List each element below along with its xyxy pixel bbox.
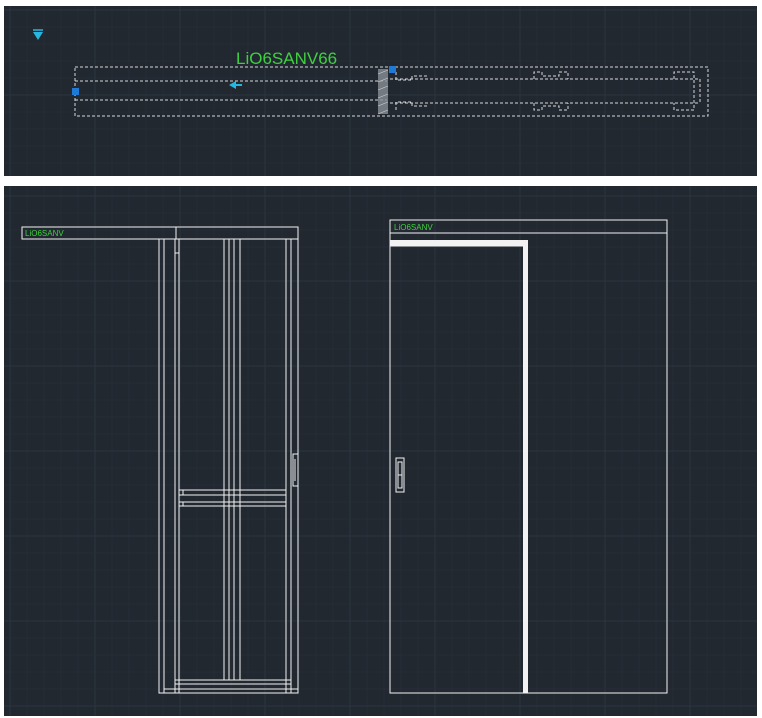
plan-door-label: LiO6SANV66 bbox=[236, 49, 337, 68]
opening-head-thick bbox=[390, 240, 528, 246]
wall-outline bbox=[389, 219, 668, 694]
hinge-detail bbox=[174, 238, 180, 254]
flip-arrow-grip-icon[interactable] bbox=[229, 81, 236, 89]
viewport-indicator-icon[interactable] bbox=[33, 32, 43, 40]
elevation-viewport[interactable]: LiO6SANV LiO6SANV bbox=[4, 186, 757, 716]
left-elevation-label: LiO6SANV bbox=[25, 229, 64, 238]
frame-profile-detail bbox=[533, 103, 569, 111]
middle-transom bbox=[178, 489, 287, 496]
endpoint-grip[interactable] bbox=[72, 88, 79, 95]
selection-bounding-box bbox=[74, 66, 709, 117]
drawing-grid bbox=[4, 186, 757, 716]
middle-transom bbox=[178, 501, 287, 507]
right-elevation-label: LiO6SANV bbox=[394, 223, 433, 232]
door-elevation-left[interactable] bbox=[21, 226, 299, 694]
corner-grip[interactable] bbox=[389, 66, 396, 73]
door-elevation-right[interactable] bbox=[389, 219, 668, 694]
plan-view-canvas[interactable]: LiO6SANV66 bbox=[4, 6, 757, 176]
wall-hatch bbox=[378, 69, 388, 114]
opening-frame-thick bbox=[390, 240, 528, 693]
plan-view-viewport[interactable]: LiO6SANV66 bbox=[4, 6, 757, 176]
selected-door-plan[interactable] bbox=[74, 66, 709, 117]
opening-jamb-thick bbox=[523, 240, 528, 693]
elevation-canvas[interactable]: LiO6SANV LiO6SANV bbox=[4, 186, 757, 716]
